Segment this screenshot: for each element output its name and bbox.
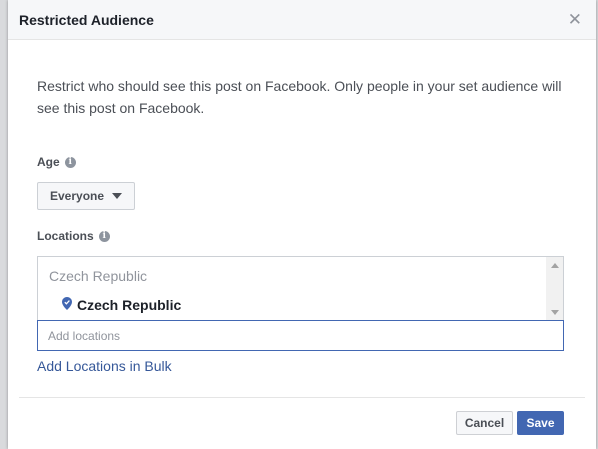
selected-location-item[interactable]: Czech Republic — [62, 297, 181, 313]
age-dropdown-value: Everyone — [50, 189, 105, 203]
scroll-up-arrow-icon[interactable] — [551, 263, 559, 268]
selected-locations-list[interactable]: Czech Republic Czech Republic — [37, 256, 564, 321]
info-icon[interactable]: i — [64, 156, 76, 168]
location-pin-icon — [62, 297, 72, 313]
age-label-row: Age i — [37, 155, 76, 169]
selected-location-name: Czech Republic — [77, 297, 182, 313]
dialog-description: Restrict who should see this post on Fac… — [37, 78, 562, 116]
footer-divider — [19, 397, 585, 398]
add-locations-in-bulk-link[interactable]: Add Locations in Bulk — [37, 358, 172, 374]
locations-label: Locations — [37, 229, 94, 243]
locations-label-row: Locations i — [37, 229, 110, 243]
caret-down-icon — [112, 193, 123, 199]
age-label: Age — [37, 155, 60, 169]
cancel-button[interactable]: Cancel — [456, 411, 513, 435]
info-icon[interactable]: i — [98, 230, 110, 242]
dialog-header: Restricted Audience ✕ — [8, 0, 596, 40]
scroll-down-arrow-icon[interactable] — [551, 310, 559, 315]
save-button[interactable]: Save — [517, 411, 564, 435]
add-locations-input[interactable] — [37, 320, 564, 351]
age-dropdown[interactable]: Everyone — [37, 182, 135, 210]
close-icon[interactable]: ✕ — [568, 10, 582, 30]
dialog-title: Restricted Audience — [19, 12, 154, 28]
restricted-audience-dialog: Restricted Audience ✕ Restrict who shoul… — [8, 0, 596, 449]
scrollbar[interactable] — [546, 257, 563, 321]
location-group-header: Czech Republic — [49, 268, 148, 284]
